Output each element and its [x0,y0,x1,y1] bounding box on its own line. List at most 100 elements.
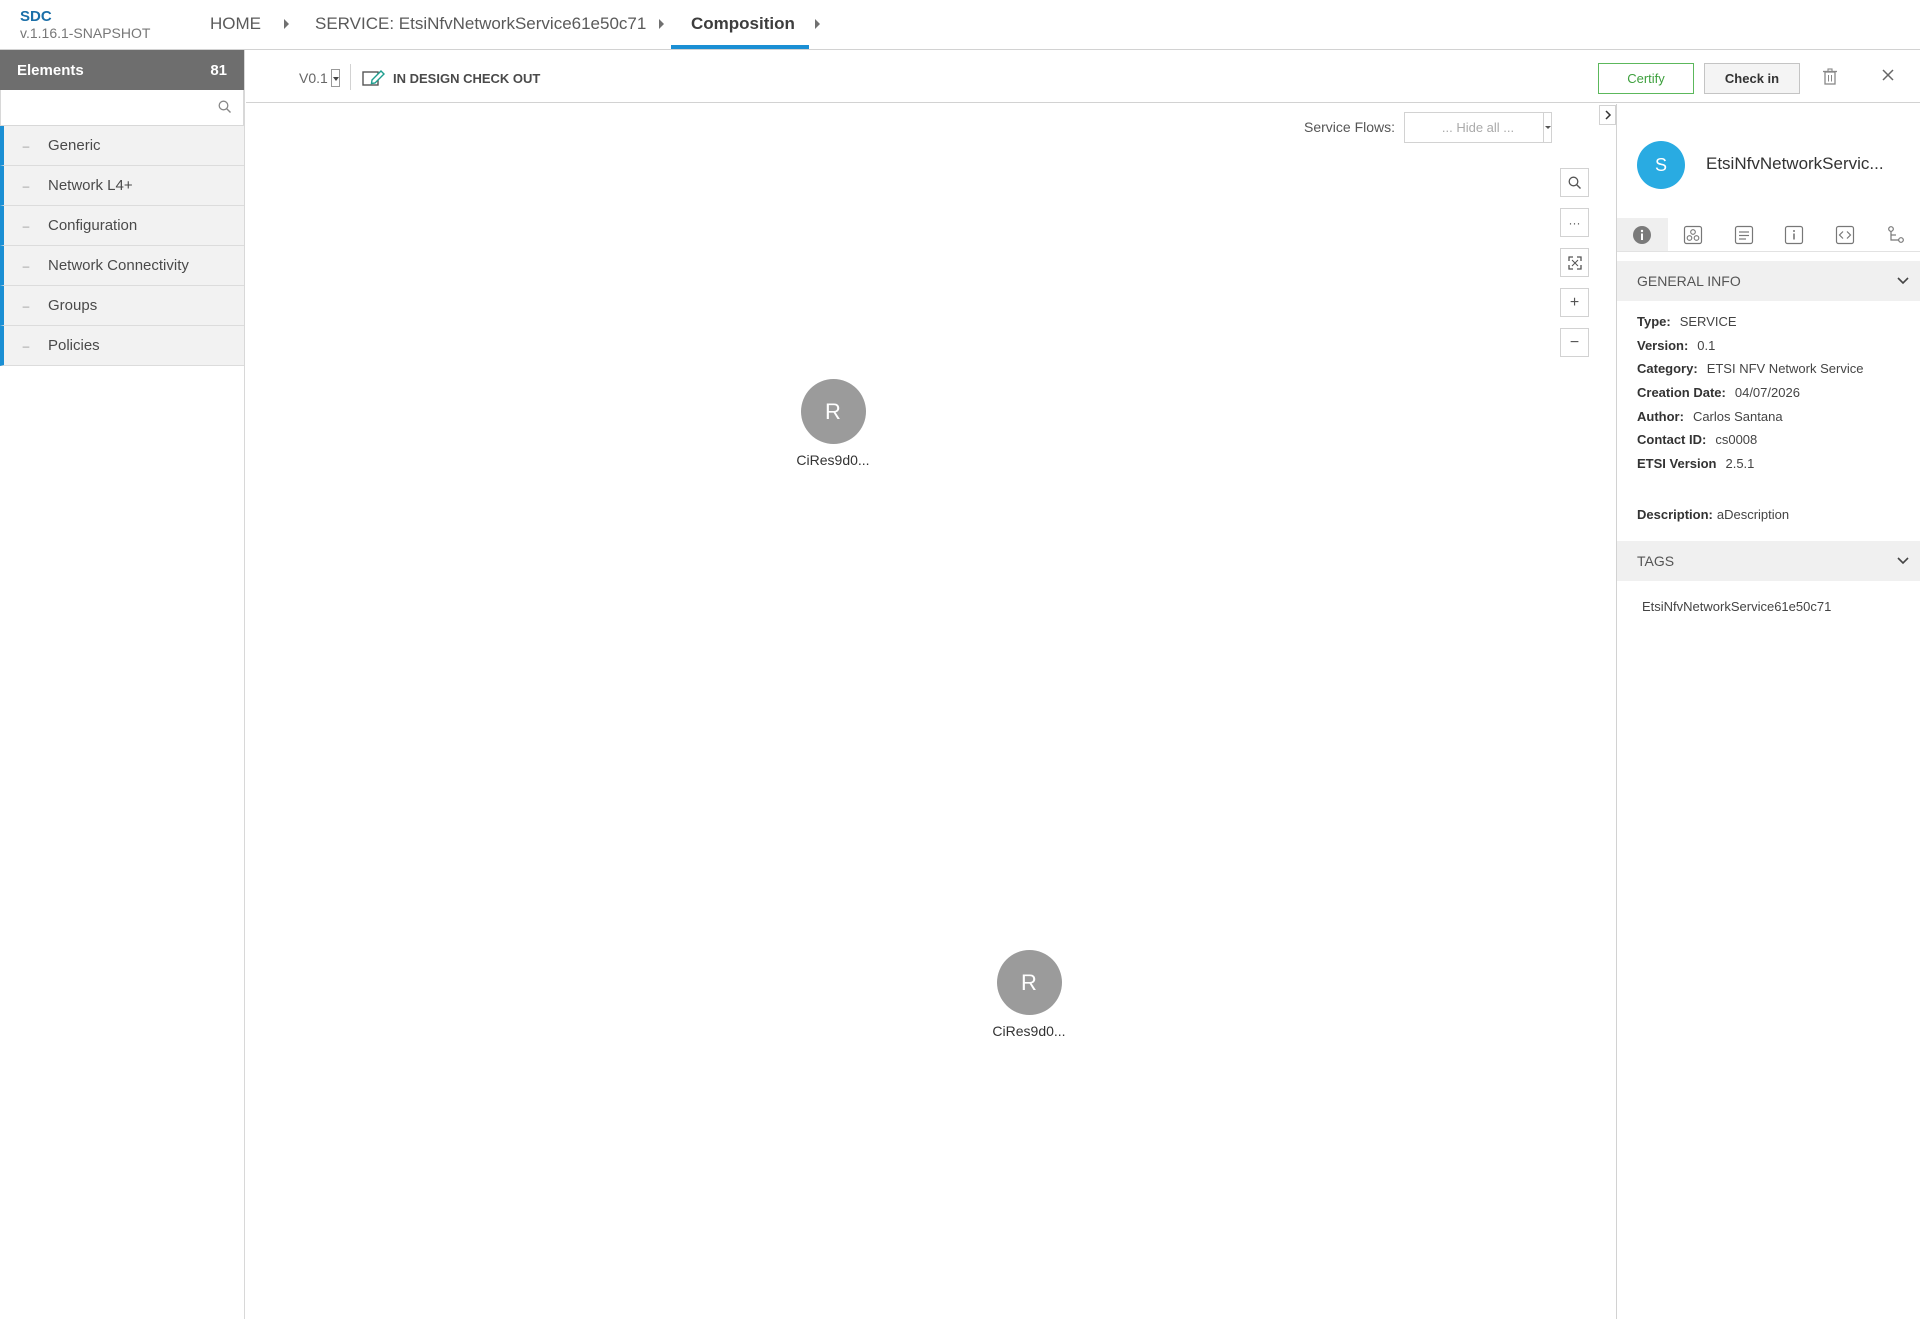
palette-group-label: Generic [48,137,101,154]
info-row-type: Type: SERVICE [1637,314,1737,329]
info-value: ETSI NFV Network Service [1706,361,1864,376]
list-icon [1734,225,1753,244]
canvas-node[interactable]: R CiRes9d0... [989,950,1069,1039]
node-label: CiRes9d0... [992,1023,1066,1039]
chevron-right-icon[interactable] [284,19,289,29]
expand-icon [1567,255,1582,270]
palette-search [0,90,244,126]
chevron-down-icon[interactable] [1897,277,1909,285]
info-row-category: Category: ETSI NFV Network Service [1637,361,1863,376]
palette-group-label: Network L4+ [48,177,133,194]
lifecycle-status-text: IN DESIGN CHECK OUT [393,70,541,86]
info-square-icon [1785,225,1804,244]
tab-properties[interactable] [1718,218,1770,252]
brand[interactable]: SDC v.1.16.1-SNAPSHOT [20,8,150,42]
tab-general-info[interactable] [1617,218,1668,252]
info-value: 2.5.1 [1725,456,1755,471]
lifecycle-status: IN DESIGN CHECK OUT [362,69,540,87]
info-key: Author: [1637,409,1684,424]
palette-group-label: Network Connectivity [48,257,189,274]
zoom-in-button[interactable]: + [1560,288,1589,317]
collapse-dash-icon: – [22,218,30,233]
tab-information-artifacts[interactable] [1769,218,1820,252]
service-flows-label: Service Flows: [1304,119,1396,135]
brand-name: SDC [20,8,52,25]
palette-count: 81 [210,61,227,79]
palette-group-configuration[interactable]: – Configuration [0,206,244,246]
chevron-down-icon[interactable] [1897,557,1909,565]
palette-group-policies[interactable]: – Policies [0,326,244,366]
info-key: Description: [1637,507,1713,522]
chevron-down-icon[interactable] [1543,113,1551,142]
service-avatar: S [1637,141,1685,189]
info-value: 0.1 [1697,338,1716,353]
collapse-panel-button[interactable] [1599,105,1616,125]
info-key: Type: [1637,314,1671,329]
node-circle[interactable]: R [996,950,1062,1015]
palette-title: Elements [17,61,84,79]
hierarchy-icon [1887,225,1904,243]
breadcrumb-composition[interactable]: Composition [691,14,795,34]
details-panel: S EtsiNfvNetworkServic... GENERAL INFO T… [1599,104,1920,1319]
minus-icon: − [1569,333,1580,351]
version-select[interactable]: V0.1 [299,69,340,87]
info-value: aDescription [1716,507,1790,522]
close-icon[interactable] [1881,68,1895,87]
chevron-down-icon[interactable] [330,69,340,87]
breadcrumb-service[interactable]: SERVICE: EtsiNfvNetworkService61e50c71 [315,14,646,34]
code-icon [1835,225,1855,244]
canvas-search-button[interactable] [1560,168,1589,197]
info-row-description: Description: aDescription [1637,507,1789,522]
palette-group-label: Groups [48,297,98,314]
composition-canvas[interactable]: Service Flows: ... Hide all ... ··· + − … [246,104,1616,1319]
palette-group-groups[interactable]: – Groups [0,286,244,326]
canvas-node[interactable]: R CiRes9d0... [793,379,873,468]
service-flows-select[interactable]: ... Hide all ... [1404,112,1552,143]
info-key: Version: [1637,338,1689,353]
collapse-dash-icon: – [22,258,30,273]
canvas-more-button[interactable]: ··· [1560,208,1589,237]
trash-icon[interactable] [1822,68,1838,90]
chevron-right-icon[interactable] [659,19,664,29]
tab-composition[interactable] [1870,218,1920,252]
info-key: Contact ID: [1637,432,1707,447]
node-circle[interactable]: R [800,379,866,444]
chevron-right-icon [1604,110,1611,120]
details-tabs [1617,218,1920,252]
search-icon[interactable] [218,100,232,119]
info-key: Creation Date: [1637,385,1726,400]
breadcrumb-home[interactable]: HOME [210,14,261,34]
info-key: Category: [1637,361,1698,376]
certify-button[interactable]: Certify [1598,63,1694,94]
palette-group-network-l4[interactable]: – Network L4+ [0,166,244,206]
node-label: CiRes9d0... [796,452,870,468]
tags-section-header[interactable]: TAGS [1617,541,1920,581]
palette-search-input[interactable] [1,90,243,125]
fit-to-screen-button[interactable] [1560,248,1589,277]
info-circle-icon [1633,225,1652,244]
section-title: TAGS [1637,553,1675,569]
more-icon: ··· [1568,215,1581,230]
chevron-right-icon[interactable] [815,19,820,29]
tab-deployment-artifacts[interactable] [1667,218,1719,252]
palette-group-generic[interactable]: – Generic [0,126,244,166]
active-breadcrumb-indicator [671,45,809,49]
info-value: cs0008 [1715,432,1758,447]
general-info-section-header[interactable]: GENERAL INFO [1617,261,1920,301]
check-in-button[interactable]: Check in [1704,63,1800,94]
tab-api[interactable] [1819,218,1871,252]
zoom-out-button[interactable]: − [1560,328,1589,357]
collapse-dash-icon: – [22,338,30,353]
info-row-author: Author: Carlos Santana [1637,409,1783,424]
tag-item: EtsiNfvNetworkService61e50c71 [1642,599,1832,614]
collapse-dash-icon: – [22,138,30,153]
service-flows-value: ... Hide all ... [1441,120,1515,135]
top-navigation-bar: SDC v.1.16.1-SNAPSHOT HOME SERVICE: Etsi… [0,0,1920,50]
palette-group-network-connectivity[interactable]: – Network Connectivity [0,246,244,286]
service-title: EtsiNfvNetworkServic... [1706,154,1884,173]
artifacts-icon [1683,225,1703,244]
palette-group-label: Configuration [48,217,138,234]
toolbar-divider [350,64,351,90]
collapse-dash-icon: – [22,178,30,193]
workspace-toolbar: V0.1 IN DESIGN CHECK OUT Certify Check i… [246,50,1920,103]
